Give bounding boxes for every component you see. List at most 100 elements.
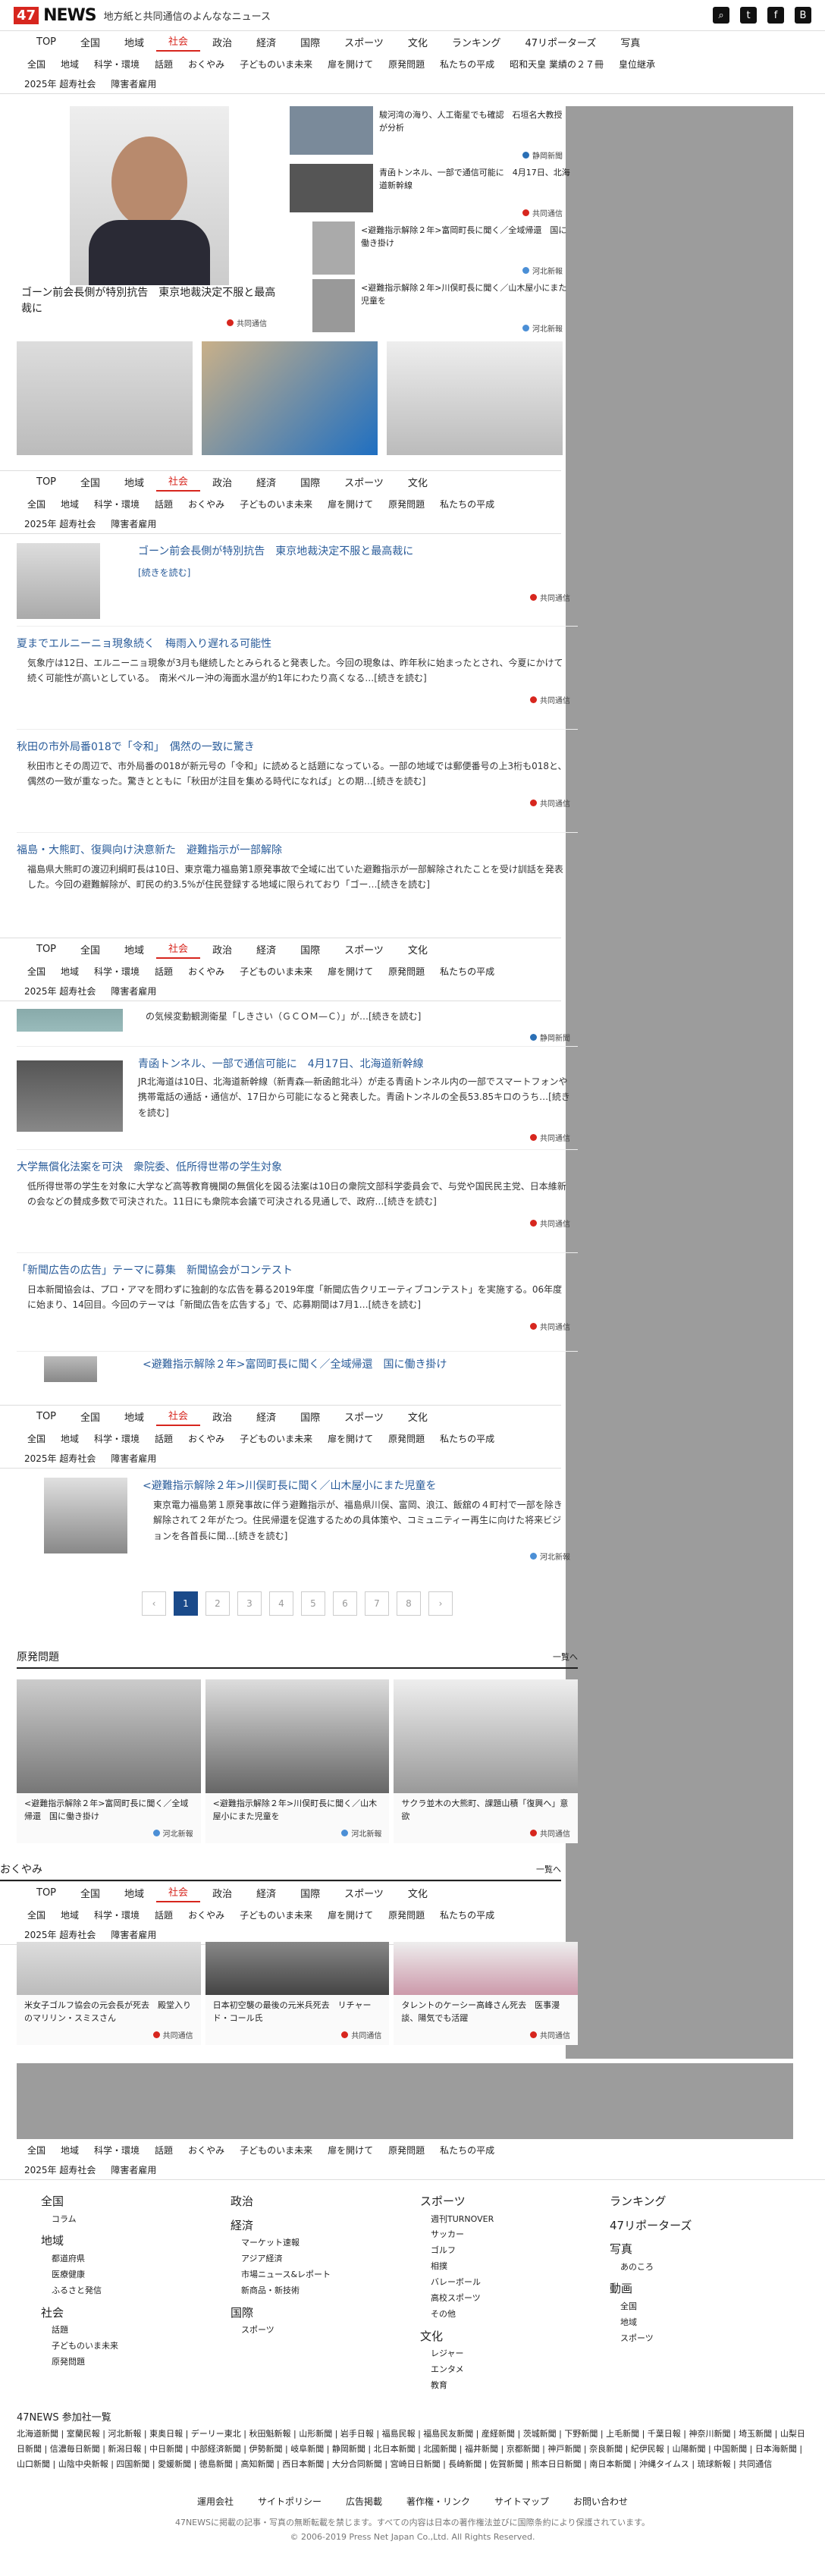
article-item[interactable]: 大学無償化法案を可決 衆院委、低所得世帯の学生対象 低所得世帯の学生を対象に大学…: [17, 1150, 578, 1253]
nav-item[interactable]: 子どものいま未来: [232, 2144, 320, 2157]
nav-item[interactable]: 話題: [147, 2144, 180, 2157]
nav-item[interactable]: 全国: [20, 58, 53, 71]
nav-item[interactable]: 私たちの平成: [432, 58, 502, 71]
nav-item[interactable]: 扉を開けて: [320, 498, 381, 510]
article-item[interactable]: <避難指示解除２年>富岡町長に聞く／全域帰還 国に働き掛け: [17, 1352, 578, 1382]
nav-item[interactable]: 地域: [53, 58, 86, 71]
footer-sublink[interactable]: スポーツ: [231, 2323, 405, 2339]
nav-item[interactable]: 科学・環境: [86, 965, 147, 978]
nav-item[interactable]: 国際: [288, 942, 332, 957]
nav-item[interactable]: 地域: [112, 475, 156, 489]
feature-side-item[interactable]: <避難指示解除２年>富岡町長に聞く／全域帰還 国に働き掛け 河北新報: [290, 221, 570, 279]
nav-item[interactable]: 経済: [244, 35, 288, 49]
nav-item[interactable]: 国際: [288, 475, 332, 489]
article-title[interactable]: 夏までエルニーニョ現象続く 梅雨入り遅れる可能性: [17, 636, 578, 651]
pager-prev[interactable]: ‹: [142, 1591, 166, 1616]
twitter-icon[interactable]: t: [740, 7, 757, 24]
nav-item[interactable]: 扉を開けて: [320, 2144, 381, 2157]
feature-side-item[interactable]: 駿河湾の海り、人工衛星でも確認 石垣名大教授が分析 静岡新聞: [290, 106, 570, 164]
nav-item[interactable]: スポーツ: [332, 35, 396, 49]
nav-item[interactable]: 社会: [156, 473, 201, 492]
footer-sublink[interactable]: 話題: [41, 2323, 215, 2339]
article-item[interactable]: 福島・大熊町、復興向け決意新た 避難指示が一部解除 福島県大熊町の渡辺利綱町長は…: [17, 833, 578, 916]
nav-item[interactable]: 経済: [244, 1886, 288, 1900]
nav-item[interactable]: 写真: [608, 35, 652, 49]
footer-link[interactable]: 運用会社: [197, 2495, 234, 2508]
nav-item[interactable]: 全国: [20, 498, 53, 510]
nav-item[interactable]: 政治: [200, 942, 244, 957]
article-item[interactable]: ゴーン前会長側が特別抗告 東京地裁決定不服と最高裁に [続きを読む] 共同通信: [17, 536, 578, 627]
footer-sublink[interactable]: 全国: [610, 2299, 784, 2315]
pager-page[interactable]: 1: [174, 1591, 198, 1616]
nav-item[interactable]: 全国: [68, 1409, 112, 1424]
article-item[interactable]: の気候変動観測衛星「しきさい（ＧＣＯＭ—Ｃ）」が…[続きを読む] 静岡新聞: [17, 1009, 578, 1047]
nav-item[interactable]: 科学・環境: [86, 2144, 147, 2157]
pager-page[interactable]: 5: [301, 1591, 325, 1616]
footer-link[interactable]: サイトマップ: [494, 2495, 549, 2508]
news-card[interactable]: 日本初空襲の最後の元米兵死去 リチャード・コール氏 共同通信: [205, 1942, 390, 2045]
nav-item[interactable]: 文化: [396, 1886, 440, 1900]
nav-item[interactable]: 障害者雇用: [111, 1928, 156, 1941]
footer-sublink[interactable]: サッカー: [420, 2227, 594, 2243]
article-title[interactable]: 福島・大熊町、復興向け決意新た 避難指示が一部解除: [17, 842, 578, 857]
nav-item[interactable]: 原発問題: [381, 1908, 432, 1921]
member-papers-list[interactable]: 北海道新聞 | 室蘭民報 | 河北新報 | 東奥日報 | デーリー東北 | 秋田…: [17, 2427, 808, 2471]
footer-sublink[interactable]: スポーツ: [610, 2331, 784, 2347]
footer-sublink[interactable]: マーケット速報: [231, 2235, 405, 2251]
nav-item[interactable]: TOP: [24, 476, 68, 488]
nav-item[interactable]: 2025年 超寿社会: [24, 1928, 96, 1941]
footer-sublink[interactable]: 地域: [610, 2315, 784, 2331]
footer-heading[interactable]: 経済: [231, 2216, 405, 2236]
article-item[interactable]: 夏までエルニーニョ現象続く 梅雨入り遅れる可能性 気象庁は12日、エルニーニョ現…: [17, 627, 578, 730]
nav-item[interactable]: 国際: [288, 1886, 332, 1900]
nav-item[interactable]: 2025年 超寿社会: [24, 1452, 96, 1465]
article-title[interactable]: 「新聞広告の広告」テーマに募集 新聞協会がコンテスト: [17, 1262, 578, 1277]
nav-item[interactable]: 子どものいま未来: [232, 1908, 320, 1921]
nav-item[interactable]: TOP: [24, 944, 68, 955]
nav-item[interactable]: 原発問題: [381, 965, 432, 978]
footer-link[interactable]: お問い合わせ: [573, 2495, 628, 2508]
section-more-link[interactable]: 一覧へ: [553, 1651, 578, 1663]
article-title[interactable]: <避難指示解除２年>富岡町長に聞く／全域帰還 国に働き掛け: [143, 1356, 447, 1371]
nav-item[interactable]: 私たちの平成: [432, 1908, 502, 1921]
footer-sublink[interactable]: ふるさと発信: [41, 2283, 215, 2299]
photo-thumb-workers[interactable]: [17, 341, 193, 455]
nav-item[interactable]: おくやみ: [180, 1432, 232, 1445]
nav-item[interactable]: 原発問題: [381, 58, 432, 71]
nav-item[interactable]: 私たちの平成: [432, 2144, 502, 2157]
nav-item[interactable]: 地域: [53, 1908, 86, 1921]
nav-item[interactable]: 皇位継承: [611, 58, 663, 71]
nav-item[interactable]: 経済: [244, 1409, 288, 1424]
article-item[interactable]: 秋田の市外局番018で「令和」 偶然の一致に驚き 秋田市とその周辺で、市外局番の…: [17, 730, 578, 833]
nav-item[interactable]: 昭和天皇 業績の２７冊: [502, 58, 611, 71]
photo-thumb-sakura[interactable]: [387, 341, 563, 455]
nav-item[interactable]: 話題: [147, 1908, 180, 1921]
footer-link[interactable]: 著作権・リンク: [406, 2495, 470, 2508]
news-card[interactable]: 米女子ゴルフ協会の元会長が死去 殿堂入りのマリリン・スミスさん 共同通信: [17, 1942, 201, 2045]
footer-sublink[interactable]: アジア経済: [231, 2251, 405, 2267]
footer-sublink[interactable]: エンタメ: [420, 2362, 594, 2378]
footer-sublink[interactable]: 教育: [420, 2378, 594, 2394]
footer-heading[interactable]: 社会: [41, 2304, 215, 2323]
footer-heading[interactable]: 国際: [231, 2304, 405, 2323]
nav-item[interactable]: 私たちの平成: [432, 965, 502, 978]
nav-item[interactable]: 話題: [147, 498, 180, 510]
read-more-link[interactable]: [続きを読む]: [138, 566, 190, 579]
nav-item[interactable]: スポーツ: [332, 942, 396, 957]
footer-heading[interactable]: 文化: [420, 2327, 594, 2347]
nav-item[interactable]: 話題: [147, 1432, 180, 1445]
nav-item[interactable]: 2025年 超寿社会: [24, 77, 96, 90]
footer-sublink[interactable]: 都道府県: [41, 2251, 215, 2267]
nav-item[interactable]: 政治: [200, 1409, 244, 1424]
nav-item[interactable]: スポーツ: [332, 1886, 396, 1900]
nav-item[interactable]: 扉を開けて: [320, 1908, 381, 1921]
feature-side-item[interactable]: <避難指示解除２年>川俣町長に聞く／山木屋小にまた児童を 河北新報: [290, 279, 570, 337]
nav-item[interactable]: おくやみ: [180, 498, 232, 510]
news-card[interactable]: サクラ並木の大熊町、課題山積「復興へ」意欲 共同通信: [394, 1679, 579, 1843]
nav-item[interactable]: 地域: [53, 2144, 86, 2157]
pager-page[interactable]: 3: [237, 1591, 262, 1616]
nav-item[interactable]: 地域: [112, 1409, 156, 1424]
search-icon[interactable]: ⌕: [713, 7, 729, 24]
nav-item[interactable]: 政治: [200, 475, 244, 489]
photo-thumb-smartphone[interactable]: [202, 341, 378, 455]
